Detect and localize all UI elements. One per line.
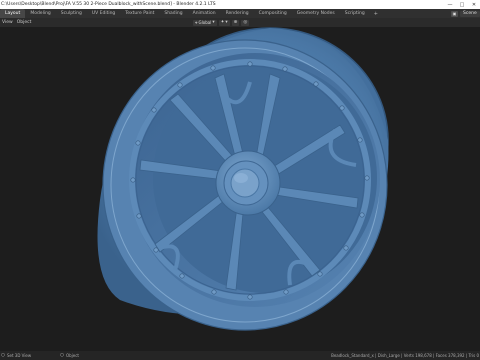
orientation-label: Global [198, 20, 212, 25]
bolt [247, 294, 253, 300]
bolt [364, 175, 370, 181]
bolt [211, 289, 217, 295]
status-left: ○ Set 3D View [1, 351, 31, 360]
pivot-dropdown[interactable]: ✦ ▾ [218, 19, 230, 26]
bolt [179, 273, 185, 279]
proportional-edit-icon: ◎ [243, 20, 248, 25]
mouse-icon: ○ [1, 353, 5, 358]
menu-view[interactable]: View [0, 20, 15, 25]
bolt [135, 140, 141, 146]
tab-modeling[interactable]: Modeling [25, 9, 55, 18]
tab-rendering[interactable]: Rendering [221, 9, 254, 18]
minimize-button[interactable]: — [444, 0, 456, 9]
wheel-model [97, 27, 389, 331]
tab-uv-editing[interactable]: UV Editing [87, 9, 120, 18]
viewport-header: View Object ⌖ Global ▾ ✦ ▾ ⊕ ◎ [0, 18, 480, 27]
pivot-icon: ✦ [220, 20, 225, 25]
bolt [130, 177, 136, 183]
chevron-down-icon: ▾ [225, 20, 228, 25]
tab-animation[interactable]: Animation [188, 9, 221, 18]
snap-toggle[interactable]: ⊕ [231, 19, 240, 26]
close-button[interactable]: ✕ [468, 0, 480, 9]
snap-icon: ⊕ [233, 20, 238, 25]
bolt [317, 271, 323, 277]
scene-selector: ▣ Scene [451, 9, 480, 18]
window-controls: — □ ✕ [444, 0, 480, 9]
transform-controls: ⌖ Global ▾ ✦ ▾ ⊕ ◎ [193, 18, 250, 27]
bolt [136, 213, 142, 219]
orientation-dropdown[interactable]: ⌖ Global ▾ [193, 19, 217, 26]
menu-object[interactable]: Object [15, 20, 34, 25]
bolt [359, 212, 365, 218]
bolt [210, 65, 216, 71]
proportional-edit-toggle[interactable]: ◎ [241, 19, 250, 26]
window-titlebar: C:\Users\Desktop\Blend\Proj\FA V.55 30 2… [0, 0, 480, 9]
status-left-text: Set 3D View [6, 353, 32, 358]
tab-shading[interactable]: Shading [159, 9, 187, 18]
scene-statistics: Beadlock_Standard_x | Dish_Large | Verts… [331, 353, 479, 358]
bolt [313, 81, 319, 87]
center-cap-highlight [234, 173, 248, 183]
center-cap [230, 168, 260, 198]
bolt [151, 107, 157, 113]
tab-sculpting[interactable]: Sculpting [56, 9, 87, 18]
add-workspace-button[interactable]: + [370, 11, 382, 17]
bolt [177, 82, 183, 88]
scene-icon[interactable]: ▣ [451, 10, 458, 17]
mouse-right-icon: ○ [60, 353, 64, 358]
tab-layout[interactable]: Layout [0, 9, 26, 18]
window-title: C:\Users\Desktop\Blend\Proj\FA V.55 30 2… [1, 2, 216, 7]
tab-scripting[interactable]: Scripting [340, 9, 370, 18]
3d-viewport[interactable] [0, 27, 480, 351]
bolt [339, 105, 345, 111]
maximize-button[interactable]: □ [456, 0, 468, 9]
bolt [343, 245, 349, 251]
chevron-down-icon: ▾ [212, 20, 215, 25]
status-mid: ○ Object [60, 351, 79, 360]
bolt [282, 66, 288, 72]
workspace-tabs: Layout Modeling Sculpting UV Editing Tex… [0, 9, 480, 18]
bolt [283, 289, 289, 295]
bolt [247, 61, 253, 67]
bolt [357, 137, 363, 143]
scene-name-field[interactable]: Scene [460, 10, 480, 17]
tab-texture-paint[interactable]: Texture Paint [120, 9, 159, 18]
bolt [153, 247, 159, 253]
status-mid-text: Object [65, 353, 79, 358]
tab-geometry-nodes[interactable]: Geometry Nodes [292, 9, 340, 18]
orientation-icon: ⌖ [195, 20, 198, 26]
status-bar: ○ Set 3D View ○ Object Beadlock_Standard… [0, 351, 480, 360]
tab-compositing[interactable]: Compositing [254, 9, 292, 18]
